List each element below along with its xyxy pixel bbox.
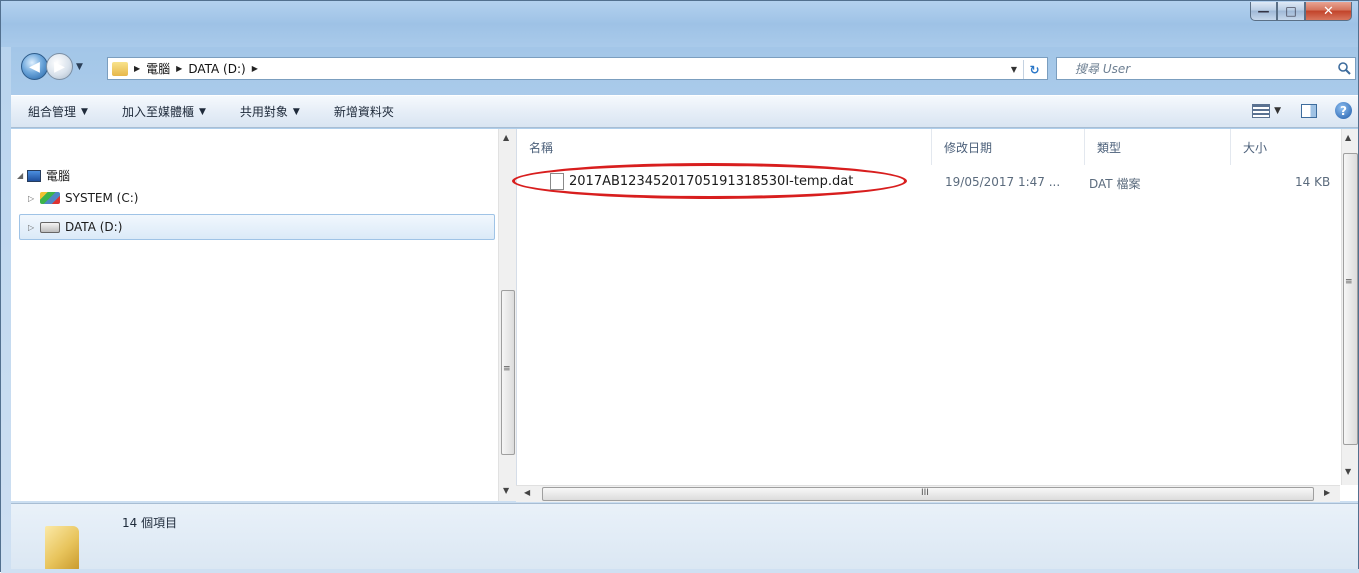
add-to-library-label: 加入至媒體櫃: [121, 105, 194, 119]
search-placeholder: 搜尋 User: [1075, 62, 1131, 76]
file-name: 2017AB12345201705191318530I-temp.dat: [569, 174, 854, 189]
back-button[interactable]: ◀: [21, 53, 48, 80]
organize-label: 組合管理: [28, 105, 77, 119]
address-history-dropdown[interactable]: ▼: [1011, 65, 1017, 74]
search-icon[interactable]: [1337, 61, 1351, 75]
collapsed-icon[interactable]: ▷: [28, 223, 38, 232]
breadcrumb-separator-icon[interactable]: ▶: [176, 64, 182, 73]
collapsed-icon[interactable]: ▷: [28, 194, 38, 203]
scroll-left-icon[interactable]: ◀: [524, 488, 530, 497]
command-bar: 組合管理 ▼ 加入至媒體櫃 ▼ 共用對象 ▼ 新增資料夾 ▼ ?: [11, 95, 1358, 128]
column-size-label: 大小: [1243, 140, 1268, 155]
file-size: 14 KB: [1295, 175, 1331, 189]
scroll-grip-icon: ≡: [1345, 277, 1353, 287]
tree-item-label: 電腦: [46, 169, 71, 183]
new-folder-button[interactable]: 新增資料夾: [317, 103, 411, 120]
add-to-library-button[interactable]: 加入至媒體櫃 ▼: [105, 103, 223, 120]
chevron-down-icon: ▼: [292, 106, 300, 117]
navigation-pane-scrollbar[interactable]: ▲ ≡ ▼: [498, 129, 516, 501]
tree-item-computer[interactable]: ◢ 電腦: [17, 167, 70, 184]
expanded-icon[interactable]: ◢: [17, 171, 27, 180]
tree-item-system-drive[interactable]: ▷ SYSTEM (C:): [28, 191, 138, 205]
share-with-label: 共用對象: [239, 105, 288, 119]
breadcrumb-data-drive[interactable]: DATA (D:): [188, 62, 245, 76]
scroll-down-icon[interactable]: ▼: [503, 486, 509, 495]
window-frame-left: [1, 47, 11, 573]
file-list: 名稱 修改日期 類型 大小 2017AB12345201705191318530…: [512, 129, 1358, 501]
column-type-label: 類型: [1097, 140, 1122, 155]
breadcrumb-separator-icon[interactable]: ▶: [134, 64, 140, 73]
tree-item-data-drive[interactable]: ▷ DATA (D:): [28, 220, 122, 234]
view-controls: ▼ ?: [1252, 102, 1352, 119]
details-pane: 14 個項目: [11, 503, 1358, 570]
caption-buttons: — □ ✕: [1250, 2, 1352, 21]
window-frame-bottom: [1, 569, 1359, 573]
minimize-icon: —: [1257, 4, 1270, 18]
title-bar[interactable]: — □ ✕: [1, 1, 1358, 47]
new-folder-label: 新增資料夾: [333, 105, 394, 119]
share-with-button[interactable]: 共用對象 ▼: [223, 103, 317, 120]
refresh-button[interactable]: ↻: [1023, 60, 1045, 79]
view-dropdown-icon[interactable]: ▼: [1274, 106, 1281, 116]
close-button[interactable]: ✕: [1305, 2, 1352, 21]
maximize-button[interactable]: □: [1277, 2, 1305, 21]
explorer-window: — □ ✕ ◀ ▶ ▼ ▶ 電腦 ▶ DATA (D:) ▶ ▼ ↻ 搜尋 Us…: [0, 0, 1359, 573]
chevron-down-icon: ▼: [198, 106, 206, 117]
tree-item-label: DATA (D:): [65, 220, 123, 234]
hard-drive-icon: [40, 221, 60, 233]
scroll-up-icon[interactable]: ▲: [503, 133, 509, 142]
file-type: DAT 檔案: [1089, 177, 1141, 191]
navigation-buttons: ◀ ▶ ▼: [21, 53, 83, 80]
close-icon: ✕: [1323, 3, 1334, 19]
file-list-vertical-scrollbar[interactable]: ▲ ≡ ▼: [1341, 129, 1358, 485]
help-icon[interactable]: ?: [1335, 102, 1352, 119]
file-list-horizontal-scrollbar[interactable]: ◀ III ▶: [516, 485, 1340, 502]
address-bar[interactable]: ▶ 電腦 ▶ DATA (D:) ▶ ▼ ↻: [107, 57, 1048, 80]
column-header-type[interactable]: 類型: [1085, 129, 1231, 165]
column-date-label: 修改日期: [944, 140, 993, 155]
scroll-grip-icon: III: [921, 488, 929, 498]
file-icon: [550, 173, 564, 190]
column-header-date[interactable]: 修改日期: [932, 129, 1085, 165]
file-row[interactable]: 2017AB12345201705191318530I-temp.dat 19/…: [512, 163, 1335, 199]
scroll-grip-icon: ≡: [503, 364, 511, 374]
scroll-down-icon[interactable]: ▼: [1345, 467, 1351, 476]
scroll-up-icon[interactable]: ▲: [1345, 133, 1351, 142]
forward-button[interactable]: ▶: [46, 53, 73, 80]
organize-button[interactable]: 組合管理 ▼: [11, 103, 105, 120]
preview-pane-icon[interactable]: [1301, 103, 1317, 118]
view-options-icon[interactable]: [1252, 103, 1271, 118]
address-controls: ▼ ↻: [1011, 60, 1045, 79]
recent-pages-dropdown[interactable]: ▼: [76, 62, 83, 72]
folder-icon: [112, 61, 128, 76]
column-header-name[interactable]: 名稱: [517, 129, 932, 165]
scrollbar-thumb[interactable]: [1343, 153, 1358, 445]
tree-item-label: SYSTEM (C:): [65, 191, 139, 205]
folder-icon: [45, 526, 79, 570]
back-arrow-icon: ◀: [29, 58, 40, 75]
file-date-modified: 19/05/2017 1:47 ...: [945, 175, 1061, 189]
search-input[interactable]: 搜尋 User: [1056, 57, 1356, 80]
computer-icon: [27, 169, 41, 182]
item-count: 14 個項目: [122, 516, 178, 530]
chevron-down-icon: ▼: [81, 106, 88, 117]
navigation-pane: ◢ 電腦 ▷ SYSTEM (C:) ▷ DATA (D:): [11, 129, 498, 501]
column-header-size[interactable]: 大小: [1231, 129, 1341, 165]
breadcrumb-separator-icon[interactable]: ▶: [252, 64, 258, 73]
column-name-label: 名稱: [529, 140, 554, 155]
breadcrumb-computer[interactable]: 電腦: [146, 60, 170, 77]
minimize-button[interactable]: —: [1250, 2, 1277, 21]
forward-arrow-icon: ▶: [54, 58, 65, 75]
maximize-icon: □: [1285, 4, 1297, 18]
scroll-right-icon[interactable]: ▶: [1324, 488, 1330, 497]
system-drive-icon: [40, 192, 60, 204]
